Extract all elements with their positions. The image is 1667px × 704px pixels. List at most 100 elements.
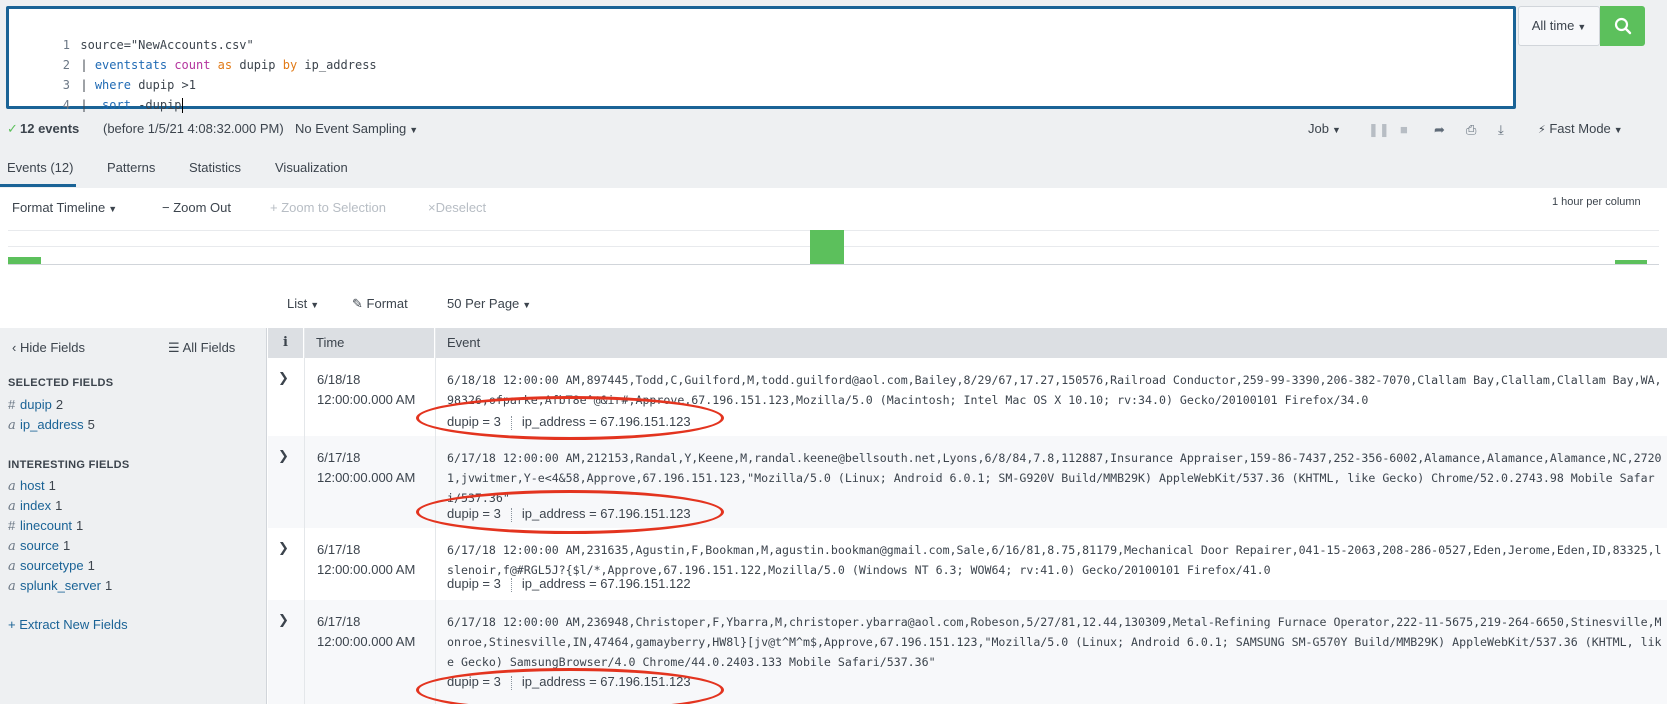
column-divider bbox=[435, 328, 436, 704]
event-sampling-label: No Event Sampling bbox=[295, 121, 407, 136]
export-icon[interactable]: ⤓ bbox=[1498, 122, 1504, 138]
tab-visualization[interactable]: Visualization bbox=[275, 160, 348, 175]
field-value-ip-address[interactable]: ip_address = 67.196.151.122 bbox=[522, 576, 691, 591]
list-view-dropdown[interactable]: List ▼ bbox=[287, 296, 319, 311]
field-name: source bbox=[20, 538, 60, 553]
field-dupip[interactable]: # dupip 2 bbox=[8, 397, 63, 412]
event-clock: 12:00:00.000 AM bbox=[317, 392, 416, 407]
search-icon bbox=[1614, 17, 1631, 35]
format-timeline-label: Format Timeline bbox=[12, 200, 106, 215]
pencil-icon: ✎ bbox=[352, 296, 363, 311]
field-count: 1 bbox=[87, 558, 95, 573]
print-icon[interactable]: ⎙ bbox=[1466, 122, 1476, 138]
field-count: 1 bbox=[63, 538, 71, 553]
event-time[interactable]: 6/17/18 12:00:00.000 AM bbox=[317, 540, 415, 580]
field-ip-address[interactable]: a ip_address 5 bbox=[8, 417, 95, 433]
field-type: a bbox=[8, 418, 16, 433]
event-time[interactable]: 6/17/18 12:00:00.000 AM bbox=[317, 448, 415, 488]
field-index[interactable]: a index 1 bbox=[8, 498, 62, 514]
per-page-dropdown[interactable]: 50 Per Page ▼ bbox=[447, 296, 531, 311]
event-time[interactable]: 6/17/18 12:00:00.000 AM bbox=[317, 612, 415, 652]
field-value-ip-address[interactable]: ip_address = 67.196.151.123 bbox=[522, 674, 691, 689]
search-query-editor[interactable]: 1 source="NewAccounts.csv" 2 | eventstats … bbox=[6, 6, 1516, 113]
time-column-header[interactable]: Time bbox=[304, 328, 435, 358]
time-range-picker[interactable]: All time ▼ bbox=[1518, 6, 1600, 46]
field-sourcetype[interactable]: a sourcetype 1 bbox=[8, 558, 95, 574]
divider bbox=[510, 675, 512, 690]
chevron-right-icon[interactable]: ❯ bbox=[278, 448, 289, 464]
field-source[interactable]: a source 1 bbox=[8, 538, 70, 554]
field-host[interactable]: a host 1 bbox=[8, 478, 56, 494]
format-timeline-dropdown[interactable]: Format Timeline ▼ bbox=[12, 200, 117, 215]
field-type: a bbox=[8, 579, 16, 594]
interesting-fields-heading: INTERESTING FIELDS bbox=[8, 459, 130, 471]
caret-down-icon: ▼ bbox=[108, 204, 118, 214]
field-linecount[interactable]: # linecount 1 bbox=[8, 518, 83, 533]
all-fields-button[interactable]: ☰ All Fields bbox=[168, 340, 235, 356]
search-button[interactable] bbox=[1600, 6, 1645, 46]
chevron-right-icon[interactable]: ❯ bbox=[278, 370, 289, 386]
time-range-label: All time bbox=[1531, 18, 1575, 33]
field-splunk-server[interactable]: a splunk_server 1 bbox=[8, 578, 112, 594]
argument: ip_address bbox=[304, 58, 377, 72]
field-value-ip-address[interactable]: ip_address = 67.196.151.123 bbox=[522, 414, 691, 429]
event-clock: 12:00:00.000 AM bbox=[317, 634, 416, 649]
event-sampling-dropdown[interactable]: No Event Sampling ▼ bbox=[295, 121, 418, 136]
zoom-out-label: Zoom Out bbox=[173, 200, 232, 215]
info-column-header: i bbox=[268, 328, 304, 358]
field-value-dupip[interactable]: dupip = 3 bbox=[447, 414, 501, 429]
timeline-axis bbox=[8, 264, 1659, 265]
list-icon: ☰ bbox=[168, 340, 180, 355]
event-date: 6/17/18 bbox=[317, 614, 361, 629]
table-row: ❯ 6/17/18 12:00:00.000 AM 6/17/18 12:00:0… bbox=[268, 600, 1667, 704]
zoom-to-selection-button[interactable]: + Zoom to Selection bbox=[270, 200, 386, 215]
chevron-right-icon[interactable]: ❯ bbox=[278, 612, 289, 628]
field-count: 1 bbox=[48, 478, 56, 493]
results-tabs: Events (12) Patterns Statistics Visualiz… bbox=[0, 144, 1667, 188]
pause-icon[interactable]: ❚❚ bbox=[1368, 122, 1390, 138]
query-line-1: 1 source="NewAccounts.csv" bbox=[9, 15, 254, 52]
keyword: by bbox=[282, 58, 298, 72]
field-name: host bbox=[20, 478, 45, 493]
share-icon[interactable]: ➦ bbox=[1434, 122, 1445, 138]
field-type: # bbox=[8, 397, 16, 412]
search-mode-dropdown[interactable]: ⚡ Fast Mode ▼ bbox=[1538, 121, 1623, 136]
event-clock: 12:00:00.000 AM bbox=[317, 562, 416, 577]
job-label: Job bbox=[1308, 121, 1329, 136]
zoom-out-button[interactable]: − Zoom Out bbox=[162, 200, 231, 215]
field-type: a bbox=[8, 499, 16, 514]
deselect-button[interactable]: ×Deselect bbox=[428, 200, 486, 215]
field-count: 1 bbox=[55, 498, 63, 513]
tab-statistics[interactable]: Statistics bbox=[189, 160, 241, 175]
event-fields: dupip = 3 ip_address = 67.196.151.122 bbox=[447, 576, 691, 592]
job-menu[interactable]: Job ▼ bbox=[1308, 121, 1341, 136]
timeline-bar[interactable] bbox=[1615, 260, 1647, 264]
field-type: a bbox=[8, 479, 16, 494]
event-time[interactable]: 6/18/18 12:00:00.000 AM bbox=[317, 370, 415, 410]
timeline-scale-label: 1 hour per column bbox=[1552, 196, 1641, 208]
chevron-right-icon[interactable]: ❯ bbox=[278, 540, 289, 556]
zoom-to-selection-label: Zoom to Selection bbox=[281, 200, 386, 215]
timeline-bar[interactable] bbox=[8, 257, 41, 264]
tab-events[interactable]: Events (12) bbox=[7, 160, 73, 175]
field-value-ip-address[interactable]: ip_address = 67.196.151.123 bbox=[522, 506, 691, 521]
extract-new-fields-link[interactable]: + Extract New Fields bbox=[8, 617, 128, 632]
table-header: i Time Event bbox=[268, 328, 1667, 358]
stop-icon[interactable]: ■ bbox=[1400, 122, 1408, 137]
text-caret bbox=[181, 98, 183, 113]
timeline-bar[interactable] bbox=[810, 230, 844, 264]
tab-patterns[interactable]: Patterns bbox=[107, 160, 155, 175]
field-value-dupip[interactable]: dupip = 3 bbox=[447, 506, 501, 521]
events-table: i Time Event ❯ 6/18/18 12:00:00.000 AM 6/… bbox=[268, 328, 1667, 704]
field-value-dupip[interactable]: dupip = 3 bbox=[447, 674, 501, 689]
event-raw-text: 6/17/18 12:00:00 AM,212153,Randal,Y,Keen… bbox=[447, 451, 1662, 505]
query-line-3: 3 | where dupip >1 bbox=[9, 55, 196, 92]
hide-fields-button[interactable]: ‹ Hide Fields bbox=[12, 340, 85, 355]
check-icon: ✓ bbox=[7, 121, 18, 136]
search-mode-label: Fast Mode bbox=[1549, 121, 1611, 136]
deselect-label: Deselect bbox=[435, 200, 487, 215]
hide-fields-label: Hide Fields bbox=[19, 340, 85, 355]
format-button[interactable]: ✎ Format bbox=[352, 296, 408, 312]
field-value-dupip[interactable]: dupip = 3 bbox=[447, 576, 501, 591]
table-row: ❯ 6/17/18 12:00:00.000 AM 6/17/18 12:00:0… bbox=[268, 436, 1667, 528]
